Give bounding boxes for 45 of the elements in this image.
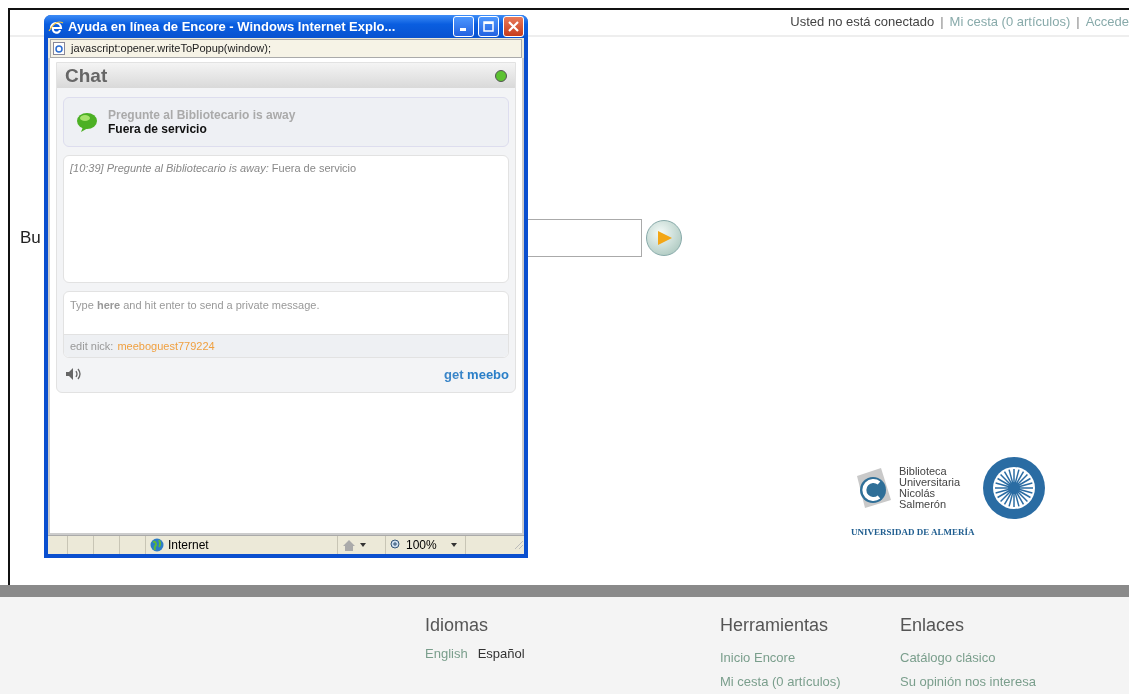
user-link[interactable]: Accede [1085, 14, 1129, 29]
close-icon [508, 21, 519, 32]
footer-link[interactable]: Español [477, 646, 525, 661]
contact-status: Pregunte al Bibliotecario is away [108, 108, 296, 122]
dropdown-caret-icon [360, 543, 366, 547]
address-field[interactable]: javascript:opener.writeToPopup(window); [50, 38, 522, 58]
address-text: javascript:opener.writeToPopup(window); [71, 42, 271, 54]
message-input[interactable]: Type here and hit enter to send a private message. [64, 292, 508, 334]
dropdown-caret-icon [450, 543, 457, 547]
university-name: UNIVERSIDAD DE ALMERÍA [851, 527, 976, 537]
login-status: Usted no está conectado [790, 14, 935, 29]
window-title: Ayuda en línea de Encore - Windows Internet Explo... [68, 19, 397, 34]
play-icon [655, 230, 673, 246]
nick-label: edit nick: [70, 340, 114, 352]
close-button[interactable] [503, 16, 524, 37]
maximize-icon [483, 21, 494, 32]
search-label: Bu [20, 228, 42, 248]
speaker-icon [65, 367, 83, 381]
minimize-button[interactable] [453, 16, 474, 37]
browser-icon [48, 18, 64, 35]
library-name: Biblioteca Universitaria Nicolás Salmerón [899, 466, 962, 510]
footer-link[interactable]: Mi cesta (0 artículos) [720, 674, 900, 689]
separator: | [940, 14, 944, 29]
footer-heading: Enlaces [900, 615, 966, 636]
footer-link[interactable]: Inicio Encore [720, 650, 900, 665]
separator: | [1076, 14, 1080, 29]
status-message: Fuera de servicio [108, 122, 208, 136]
user-link[interactable]: Mi cesta (0 artículos) [949, 14, 1071, 29]
resize-grip-icon [514, 540, 524, 550]
footer-link[interactable]: English [425, 646, 468, 661]
footer-link[interactable]: Su opinión nos interesa [900, 674, 1100, 689]
speech-bubble-icon [76, 111, 98, 133]
nick-link[interactable]: meeboguest779224 [117, 340, 215, 352]
get-meebo-link[interactable]: get meebo [443, 366, 509, 382]
zoom-level[interactable]: 100% [406, 538, 437, 552]
footer-link[interactable]: Catálogo clásico [900, 650, 1100, 665]
footer-heading: Herramientas [720, 615, 830, 636]
page-icon [53, 41, 65, 55]
globe-icon [150, 538, 164, 552]
chat-message: [10:39] Pregunte al Bibliotecario is away: Fuera de servicio [70, 162, 358, 174]
chat-title: Chat [65, 64, 108, 87]
university-seal-icon [981, 455, 1047, 521]
security-zone: Internet [168, 538, 209, 552]
maximize-button[interactable] [478, 16, 499, 37]
footer-heading: Idiomas [425, 615, 490, 636]
